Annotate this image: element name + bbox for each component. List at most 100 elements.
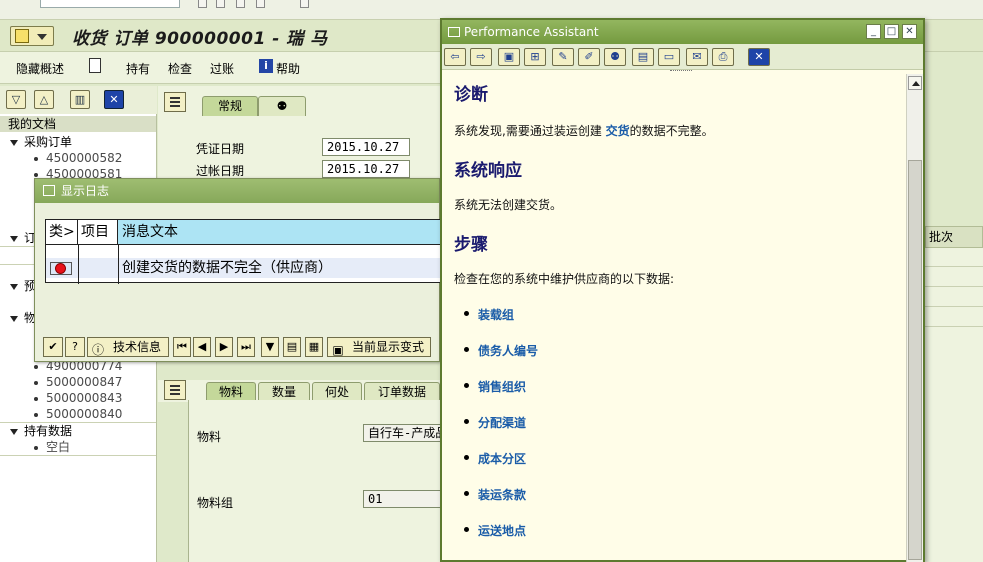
material-field[interactable]: 自行车-产成品 bbox=[363, 424, 441, 442]
display-icon[interactable]: ▭ bbox=[658, 48, 680, 66]
step-link[interactable]: 装载组 bbox=[463, 306, 514, 323]
list-item[interactable]: 5000000847 bbox=[34, 374, 122, 390]
hold-button[interactable]: 持有 bbox=[126, 60, 150, 77]
column-header-message[interactable]: 消息文本 bbox=[118, 220, 442, 244]
collapse-icon[interactable]: △ bbox=[34, 90, 54, 109]
filter-icon[interactable]: ▼ bbox=[261, 337, 279, 357]
tab-where[interactable]: 何处 bbox=[312, 382, 362, 402]
watermark-logo bbox=[830, 508, 970, 552]
step-link[interactable]: 债务人编号 bbox=[463, 342, 538, 359]
log-dialog-title: 显示日志 bbox=[61, 184, 110, 198]
help-icon[interactable]: ? bbox=[65, 337, 85, 357]
column-header-item[interactable]: 项目 bbox=[78, 220, 118, 244]
delete-icon[interactable]: ▥ bbox=[70, 90, 90, 109]
back-icon[interactable]: ⇦ bbox=[444, 48, 466, 66]
tree-node-material-docs[interactable]: 物 bbox=[10, 310, 36, 326]
tree-node-label: 采购订单 bbox=[24, 135, 73, 149]
tab-order-data[interactable]: 订单数据 bbox=[364, 382, 440, 402]
print-icon[interactable] bbox=[300, 0, 309, 8]
log-dialog-titlebar[interactable]: 显示日志 bbox=[35, 179, 439, 203]
pa-titlebar[interactable]: Performance Assistant bbox=[442, 20, 923, 44]
delivery-link[interactable]: 交货 bbox=[606, 124, 630, 138]
exit-icon[interactable] bbox=[236, 0, 245, 8]
tab-quantity[interactable]: 数量 bbox=[258, 382, 310, 402]
toggle-header-button[interactable] bbox=[164, 92, 186, 112]
help-button[interactable]: 帮助 bbox=[276, 60, 300, 77]
tab-general[interactable]: 常规 bbox=[202, 96, 258, 116]
cancel-icon[interactable] bbox=[256, 0, 265, 8]
toolbar-grip[interactable] bbox=[670, 70, 692, 73]
expand-icon[interactable]: ▽ bbox=[6, 90, 26, 109]
message-text[interactable]: 创建交货的数据不完全（供应商） bbox=[122, 258, 332, 278]
confirm-icon[interactable]: ✔ bbox=[43, 337, 63, 357]
posting-date-field[interactable]: 2015.10.27 bbox=[322, 160, 410, 178]
divider bbox=[925, 286, 983, 287]
step-link[interactable]: 装运条款 bbox=[463, 486, 526, 503]
book-icon[interactable]: ▣ bbox=[498, 48, 520, 66]
toggle-item-button[interactable] bbox=[164, 380, 186, 400]
table-icon[interactable]: ▤ bbox=[632, 48, 654, 66]
list-item[interactable]: 4500000582 bbox=[34, 150, 122, 166]
log-table: 类> 项目 消息文本 创建交货的数据不完全（供应商） bbox=[45, 219, 442, 284]
error-icon bbox=[50, 262, 72, 275]
users-icon[interactable]: ⚉ bbox=[604, 48, 626, 66]
save-icon[interactable] bbox=[198, 0, 207, 8]
maximize-icon[interactable]: □ bbox=[884, 24, 899, 39]
divider bbox=[78, 244, 79, 284]
step-link[interactable]: 运送地点 bbox=[463, 522, 526, 539]
new-document-icon[interactable] bbox=[89, 58, 101, 73]
first-page-icon[interactable]: ⏮ bbox=[173, 337, 191, 357]
tree-node-orders[interactable]: 订 bbox=[10, 230, 36, 246]
step-link[interactable]: 销售组织 bbox=[463, 378, 526, 395]
layout-icon[interactable]: ▦ bbox=[305, 337, 323, 357]
pa-scrollbar[interactable] bbox=[906, 74, 923, 562]
close-icon[interactable]: ✕ bbox=[902, 24, 917, 39]
tab-partner[interactable]: ⚉ bbox=[258, 96, 306, 116]
back-icon[interactable] bbox=[216, 0, 225, 8]
tab-material[interactable]: 物料 bbox=[206, 382, 256, 402]
services-menu-button[interactable] bbox=[10, 26, 54, 46]
divider bbox=[46, 244, 440, 245]
print-icon[interactable]: ▤ bbox=[283, 337, 301, 357]
tree-node-purchase-orders[interactable]: 采购订单 bbox=[10, 134, 72, 150]
edit-icon[interactable]: ✎ bbox=[552, 48, 574, 66]
material-group-field[interactable]: 01 bbox=[363, 490, 441, 508]
tree-node-held-data[interactable]: 持有数据 bbox=[10, 423, 72, 439]
column-header-type[interactable]: 类> bbox=[46, 220, 78, 244]
document-date-field[interactable]: 2015.10.27 bbox=[322, 138, 410, 156]
scroll-thumb[interactable] bbox=[908, 160, 922, 560]
forward-icon[interactable]: ⇨ bbox=[470, 48, 492, 66]
step-link[interactable]: 成本分区 bbox=[463, 450, 526, 467]
list-item[interactable]: 5000000843 bbox=[34, 390, 122, 406]
top-strip bbox=[0, 0, 983, 20]
list-item[interactable]: 5000000840 bbox=[34, 406, 122, 422]
expand-icon bbox=[10, 315, 18, 322]
close-icon[interactable]: ✕ bbox=[748, 48, 770, 66]
next-page-icon[interactable]: ▶ bbox=[215, 337, 233, 357]
hide-overview-button[interactable]: 隐藏概述 bbox=[16, 60, 64, 77]
last-page-icon[interactable]: ⏭ bbox=[237, 337, 255, 357]
bullet-icon bbox=[34, 380, 38, 385]
post-button[interactable]: 过账 bbox=[210, 60, 234, 77]
batch-column-header[interactable]: 批次 bbox=[925, 226, 983, 248]
note-icon[interactable]: ✉ bbox=[686, 48, 708, 66]
structure-icon[interactable]: ⊞ bbox=[524, 48, 546, 66]
step-link[interactable]: 分配渠道 bbox=[463, 414, 526, 431]
close-icon[interactable]: ✕ bbox=[104, 90, 124, 109]
bullet-icon bbox=[34, 412, 38, 417]
annotation-icon[interactable]: ✐ bbox=[578, 48, 600, 66]
minimize-icon[interactable]: _ bbox=[866, 24, 881, 39]
tech-info-button[interactable]: ⓘ 技术信息 bbox=[87, 337, 169, 357]
scroll-up-icon[interactable] bbox=[908, 76, 922, 90]
print-icon[interactable]: ⎙ bbox=[712, 48, 734, 66]
command-field[interactable] bbox=[40, 0, 180, 8]
check-button[interactable]: 检查 bbox=[168, 60, 192, 77]
list-item[interactable]: 空白 bbox=[34, 439, 70, 455]
item-detail-panel: 物料 自行车-产成品 物料组 01 bbox=[188, 400, 441, 562]
current-layout-button[interactable]: ▣ 当前显示变式 bbox=[327, 337, 431, 357]
divider bbox=[0, 455, 156, 456]
tree-node-reservations[interactable]: 预 bbox=[10, 278, 36, 294]
pa-toolbar: ⇦ ⇨ ▣ ⊞ ✎ ✐ ⚉ ▤ ▭ ✉ ⎙ ✕ bbox=[442, 44, 923, 70]
info-icon[interactable]: i bbox=[259, 59, 273, 73]
previous-page-icon[interactable]: ◀ bbox=[193, 337, 211, 357]
